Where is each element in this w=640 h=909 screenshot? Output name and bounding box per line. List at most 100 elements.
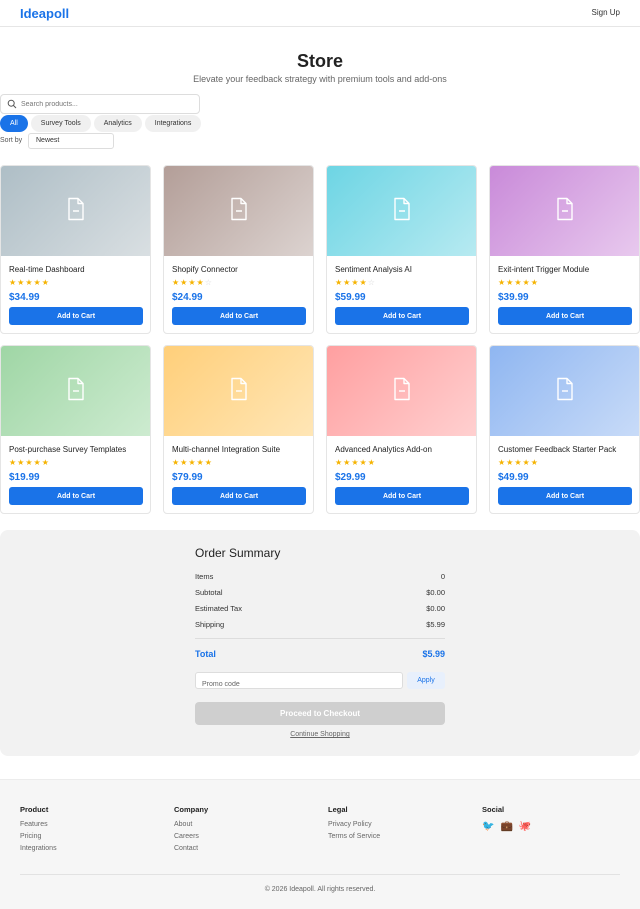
star-icon: ★	[33, 458, 42, 467]
product-name[interactable]: Multi-channel Integration Suite	[172, 445, 280, 454]
product-name[interactable]: Sentiment Analysis AI	[335, 265, 412, 274]
star-icon: ★	[351, 458, 360, 467]
rating-stars: ★★★★★	[498, 458, 539, 467]
octopus-icon[interactable]: 🐙	[519, 821, 531, 832]
footer-link-contact[interactable]: Contact	[174, 845, 208, 852]
product-image[interactable]	[327, 166, 476, 256]
footer-link-pricing[interactable]: Pricing	[20, 833, 57, 840]
star-icon: ★	[172, 458, 181, 467]
product-price: $59.99	[335, 292, 366, 303]
document-icon	[555, 377, 575, 406]
checkout-button[interactable]: Proceed to Checkout	[195, 702, 445, 725]
star-icon: ★	[522, 458, 531, 467]
add-to-cart-button[interactable]: Add to Cart	[498, 487, 632, 505]
top-header: Ideapoll Sign Up	[0, 0, 640, 27]
copyright-text: © 2026 Ideapoll. All rights reserved.	[264, 886, 376, 893]
brand-logo[interactable]: Ideapoll	[20, 6, 69, 21]
rating-stars: ★★★★★	[9, 278, 50, 287]
product-image[interactable]	[327, 346, 476, 436]
product-name[interactable]: Advanced Analytics Add-on	[335, 445, 432, 454]
product-card[interactable]: Real-time Dashboard ★★★★★ $34.99 Add to Car…	[0, 165, 151, 334]
add-to-cart-button[interactable]: Add to Cart	[172, 307, 306, 325]
signup-link[interactable]: Sign Up	[592, 8, 620, 17]
footer-link-features[interactable]: Features	[20, 821, 57, 828]
footer-link-about[interactable]: About	[174, 821, 208, 828]
star-icon: ★	[359, 458, 368, 467]
page-subtitle: Elevate your feedback strategy with prem…	[193, 74, 447, 84]
items-label: Items	[195, 572, 214, 581]
product-image[interactable]	[164, 346, 313, 436]
site-footer: Product Features Pricing Integrations Co…	[0, 779, 640, 909]
category-filters: All Survey Tools Analytics Integrations	[0, 115, 202, 132]
product-price: $34.99	[9, 292, 40, 303]
star-icon: ★	[498, 458, 507, 467]
add-to-cart-button[interactable]: Add to Cart	[172, 487, 306, 505]
star-icon: ★	[514, 458, 523, 467]
document-icon	[66, 377, 86, 406]
star-icon: ★	[188, 458, 197, 467]
search-box[interactable]	[0, 94, 200, 114]
product-price: $49.99	[498, 472, 529, 483]
filter-chip-all[interactable]: All	[0, 115, 28, 132]
sort-select[interactable]: Newest	[28, 133, 114, 149]
footer-heading-social: Social	[482, 805, 505, 814]
star-icon: ★	[172, 278, 181, 287]
product-name[interactable]: Post-purchase Survey Templates	[9, 445, 126, 454]
product-name[interactable]: Real-time Dashboard	[9, 265, 85, 274]
product-image[interactable]	[164, 166, 313, 256]
total-row: Total $5.99	[195, 649, 445, 659]
shipping-label: Shipping	[195, 620, 225, 629]
product-card[interactable]: Multi-channel Integration Suite ★★★★★ $79.…	[163, 345, 314, 514]
footer-link-careers[interactable]: Careers	[174, 833, 208, 840]
product-card[interactable]: Sentiment Analysis AI ★★★★☆ $59.99 Add to C…	[326, 165, 477, 334]
filter-chip-survey-tools[interactable]: Survey Tools	[30, 115, 91, 132]
subtotal-row: Subtotal $0.00	[195, 588, 445, 597]
document-icon	[66, 197, 86, 226]
rating-stars: ★★★★☆	[335, 278, 376, 287]
apply-promo-button[interactable]: Apply	[407, 672, 445, 689]
star-icon: ☆	[204, 278, 213, 287]
add-to-cart-button[interactable]: Add to Cart	[498, 307, 632, 325]
product-image[interactable]	[1, 346, 150, 436]
star-icon: ★	[530, 278, 539, 287]
product-name[interactable]: Shopify Connector	[172, 265, 238, 274]
product-card[interactable]: Advanced Analytics Add-on ★★★★★ $29.99 Add …	[326, 345, 477, 514]
total-label: Total	[195, 649, 216, 659]
add-to-cart-button[interactable]: Add to Cart	[9, 307, 143, 325]
product-card[interactable]: Customer Feedback Starter Pack ★★★★★ $49.9…	[489, 345, 640, 514]
briefcase-icon[interactable]: 💼	[500, 821, 512, 832]
star-icon: ★	[498, 278, 507, 287]
twitter-icon[interactable]: 🐦	[482, 821, 494, 832]
document-icon	[555, 197, 575, 226]
product-card[interactable]: Shopify Connector ★★★★☆ $24.99 Add to Cart	[163, 165, 314, 334]
star-icon: ★	[196, 278, 205, 287]
footer-divider	[20, 874, 620, 875]
items-row: Items 0	[195, 572, 445, 581]
product-card[interactable]: Post-purchase Survey Templates ★★★★★ $19.9…	[0, 345, 151, 514]
search-input[interactable]	[21, 97, 191, 111]
product-name[interactable]: Exit-intent Trigger Module	[498, 265, 589, 274]
footer-link-privacy[interactable]: Privacy Policy	[328, 821, 380, 828]
subtotal-value: $0.00	[426, 588, 445, 597]
product-name[interactable]: Customer Feedback Starter Pack	[498, 445, 616, 454]
footer-link-terms[interactable]: Terms of Service	[328, 833, 380, 840]
promo-field[interactable]	[195, 672, 403, 692]
filter-chip-analytics[interactable]: Analytics	[93, 115, 142, 132]
page-title: Store	[296, 51, 343, 71]
footer-link-integrations[interactable]: Integrations	[20, 845, 57, 852]
product-image[interactable]	[490, 346, 639, 436]
add-to-cart-button[interactable]: Add to Cart	[335, 487, 469, 505]
filter-chip-integrations[interactable]: Integrations	[144, 115, 202, 132]
product-image[interactable]	[1, 166, 150, 256]
product-card[interactable]: Exit-intent Trigger Module ★★★★★ $39.99 Add…	[489, 165, 640, 334]
star-icon: ★	[196, 458, 205, 467]
tax-row: Estimated Tax $0.00	[195, 604, 445, 613]
product-price: $79.99	[172, 472, 203, 483]
subtotal-label: Subtotal	[195, 588, 223, 597]
continue-shopping-link[interactable]: Continue Shopping	[195, 731, 445, 738]
promo-code-input[interactable]	[196, 677, 402, 692]
star-icon: ★	[335, 278, 344, 287]
add-to-cart-button[interactable]: Add to Cart	[335, 307, 469, 325]
add-to-cart-button[interactable]: Add to Cart	[9, 487, 143, 505]
product-image[interactable]	[490, 166, 639, 256]
